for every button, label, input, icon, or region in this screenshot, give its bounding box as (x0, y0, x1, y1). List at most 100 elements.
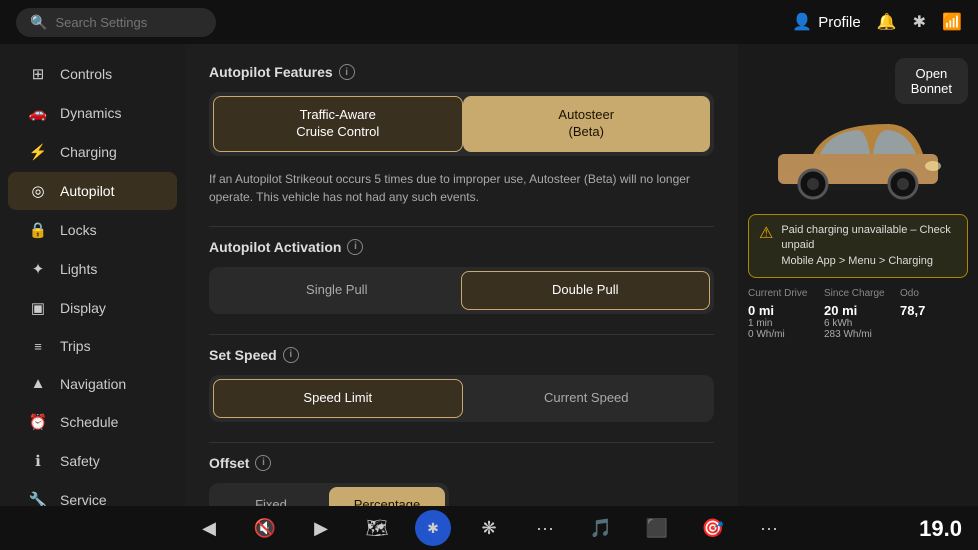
safety-icon: ℹ (28, 452, 48, 470)
autopilot-icon: ◎ (28, 182, 48, 200)
offset-toggle: Fixed Percentage (209, 483, 449, 506)
sidebar-item-trips[interactable]: ≡ Trips (8, 328, 177, 364)
sidebar-item-navigation[interactable]: ▲ Navigation (8, 365, 177, 402)
top-bar: 🔍 👤 Profile 🔔 ✱ 📶 (0, 0, 978, 44)
more-icon[interactable]: ··· (751, 510, 787, 546)
service-icon: 🔧 (28, 491, 48, 506)
charging-icon: ⚡ (28, 143, 48, 161)
locks-icon: 🔒 (28, 221, 48, 239)
warning-box: ⚠ Paid charging unavailable – Check unpa… (748, 214, 968, 278)
offset-title: Offset i (209, 455, 714, 471)
sidebar-item-dynamics[interactable]: 🚗 Dynamics (8, 94, 177, 132)
double-pull-btn[interactable]: Double Pull (461, 271, 711, 310)
spotify-icon[interactable]: 🎵 (583, 510, 619, 546)
sidebar-label-controls: Controls (60, 66, 112, 82)
traffic-aware-btn[interactable]: Traffic-Aware Cruise Control (213, 96, 463, 152)
menu-icon[interactable]: ··· (527, 510, 563, 546)
notification-icon[interactable]: 🔔 (877, 12, 897, 32)
sidebar-label-autopilot: Autopilot (60, 183, 114, 199)
car-illustration (758, 104, 958, 204)
open-bonnet-btn[interactable]: Open Bonnet (895, 58, 968, 104)
set-speed-title: Set Speed i (209, 347, 714, 363)
fan-icon[interactable]: ❋ (471, 510, 507, 546)
stat-current-drive-label: Current Drive (748, 288, 816, 299)
percentage-btn[interactable]: Percentage (329, 487, 445, 506)
right-panel: Open Bonnet (738, 44, 978, 506)
display-icon: ▣ (28, 299, 48, 317)
sidebar-item-schedule[interactable]: ⏰ Schedule (8, 403, 177, 441)
autopilot-features-toggle: Traffic-Aware Cruise Control Autosteer (… (209, 92, 714, 156)
sidebar-label-locks: Locks (60, 222, 97, 238)
divider-3 (209, 442, 714, 443)
sidebar-label-navigation: Navigation (60, 376, 126, 392)
bluetooth-icon[interactable]: ✱ (913, 12, 926, 32)
stat-current-drive-sub1: 1 min (748, 318, 816, 329)
autosteer-btn[interactable]: Autosteer (Beta) (463, 96, 711, 152)
sidebar-label-display: Display (60, 300, 106, 316)
autopilot-activation-title: Autopilot Activation i (209, 239, 714, 255)
sidebar-item-lights[interactable]: ✦ Lights (8, 250, 177, 288)
profile-label: Profile (818, 14, 861, 31)
offset-info-icon[interactable]: i (255, 455, 271, 471)
warning-text: Paid charging unavailable – Check unpaid… (781, 223, 957, 269)
sidebar-label-charging: Charging (60, 144, 117, 160)
set-speed-section: Set Speed i Speed Limit Current Speed (209, 347, 714, 422)
content-area: Autopilot Features i Traffic-Aware Cruis… (185, 44, 738, 506)
search-area[interactable]: 🔍 (16, 8, 216, 37)
autopilot-description: If an Autopilot Strikeout occurs 5 times… (209, 170, 714, 206)
stat-odo: Odo 78,7 (900, 288, 968, 340)
speed-display: 19.0 (919, 516, 962, 542)
sidebar-label-schedule: Schedule (60, 414, 118, 430)
maps-icon[interactable]: 🗺 (359, 510, 395, 546)
camera-icon[interactable]: 🎯 (695, 510, 731, 546)
speed-limit-btn[interactable]: Speed Limit (213, 379, 463, 418)
stat-since-charge-value: 20 mi (824, 303, 892, 318)
stat-since-charge-sub1: 6 kWh (824, 318, 892, 329)
autopilot-features-title: Autopilot Features i (209, 64, 714, 80)
sidebar-label-lights: Lights (60, 261, 97, 277)
trips-icon: ≡ (28, 339, 48, 354)
divider-2 (209, 334, 714, 335)
speed-info-icon[interactable]: i (283, 347, 299, 363)
profile-section[interactable]: 👤 Profile (792, 12, 860, 32)
profile-icon: 👤 (792, 12, 812, 32)
sidebar-item-display[interactable]: ▣ Display (8, 289, 177, 327)
sidebar-item-autopilot[interactable]: ◎ Autopilot (8, 172, 177, 210)
forward-btn[interactable]: ▶ (303, 510, 339, 546)
sidebar: ⊞ Controls 🚗 Dynamics ⚡ Charging ◎ Autop… (0, 44, 185, 506)
schedule-icon: ⏰ (28, 413, 48, 431)
lights-icon: ✦ (28, 260, 48, 278)
sidebar-label-dynamics: Dynamics (60, 105, 121, 121)
stats-row: Current Drive 0 mi 1 min 0 Wh/mi Since C… (748, 288, 968, 340)
sidebar-label-safety: Safety (60, 453, 100, 469)
sidebar-item-service[interactable]: 🔧 Service (8, 481, 177, 506)
stat-current-drive: Current Drive 0 mi 1 min 0 Wh/mi (748, 288, 816, 340)
autopilot-features-section: Autopilot Features i Traffic-Aware Cruis… (209, 64, 714, 206)
features-info-icon[interactable]: i (339, 64, 355, 80)
set-speed-toggle: Speed Limit Current Speed (209, 375, 714, 422)
bluetooth-taskbar-icon[interactable]: ✱ (415, 510, 451, 546)
warning-icon: ⚠ (759, 223, 773, 269)
sidebar-item-charging[interactable]: ⚡ Charging (8, 133, 177, 171)
top-bar-right: 👤 Profile 🔔 ✱ 📶 (792, 12, 962, 32)
sidebar-item-safety[interactable]: ℹ Safety (8, 442, 177, 480)
current-speed-btn[interactable]: Current Speed (463, 379, 711, 418)
wifi-icon[interactable]: 📶 (942, 12, 962, 32)
search-input[interactable] (55, 15, 202, 30)
car-image-area (748, 104, 968, 204)
back-btn[interactable]: ◀ (191, 510, 227, 546)
offset-section: Offset i Fixed Percentage − +10 % + (209, 455, 714, 506)
stat-current-drive-value: 0 mi (748, 303, 816, 318)
main-layout: ⊞ Controls 🚗 Dynamics ⚡ Charging ◎ Autop… (0, 44, 978, 506)
stat-current-drive-sub2: 0 Wh/mi (748, 329, 816, 340)
volume-mute-btn[interactable]: 🔇 (247, 510, 283, 546)
app-icon[interactable]: ⬛ (639, 510, 675, 546)
divider-1 (209, 226, 714, 227)
stat-odo-label: Odo (900, 288, 968, 299)
single-pull-btn[interactable]: Single Pull (213, 271, 461, 310)
activation-info-icon[interactable]: i (347, 239, 363, 255)
sidebar-item-locks[interactable]: 🔒 Locks (8, 211, 177, 249)
sidebar-label-trips: Trips (60, 338, 91, 354)
fixed-btn[interactable]: Fixed (213, 487, 329, 506)
sidebar-item-controls[interactable]: ⊞ Controls (8, 55, 177, 93)
